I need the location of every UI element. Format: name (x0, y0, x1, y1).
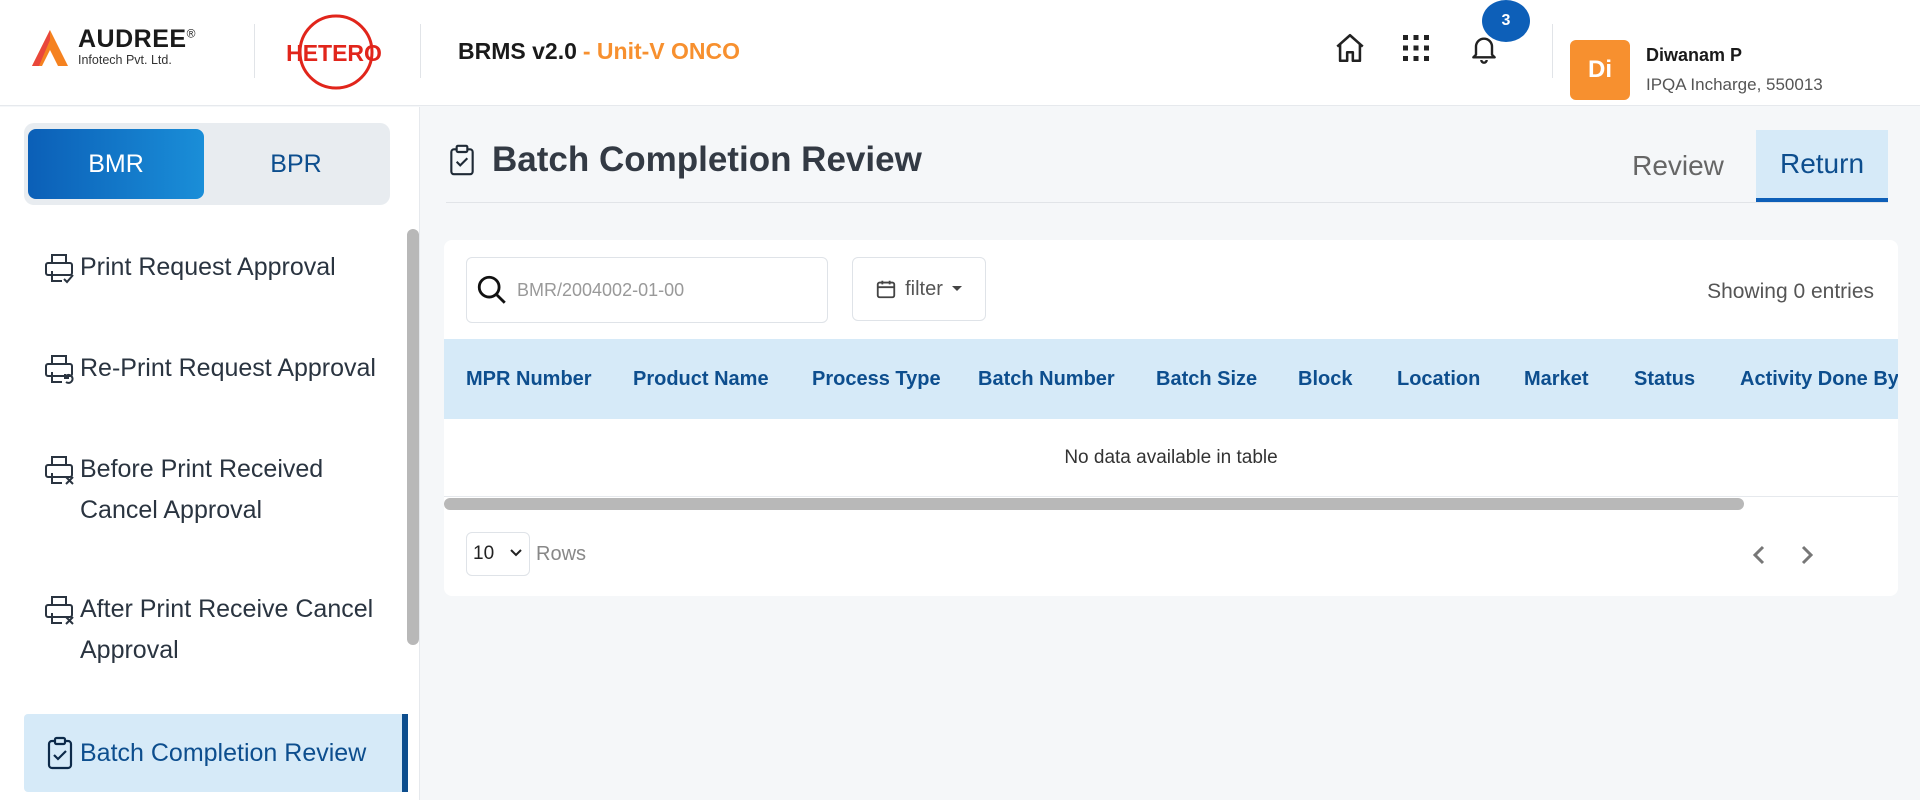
table-card: filter Showing 0 entries MPR Number Prod… (444, 240, 1898, 596)
sidebar-scrollbar[interactable] (407, 229, 419, 645)
hetero-logo: HETERO (286, 12, 382, 92)
sidebar-item-label: Print Request Approval (80, 253, 336, 281)
tab-return[interactable]: Return (1756, 130, 1888, 202)
rows-per-page-value: 10 (473, 543, 495, 564)
audree-subtitle: Infotech Pvt. Ltd. (78, 53, 172, 68)
clipboard-check-icon (47, 736, 73, 770)
header-divider (1552, 24, 1553, 78)
sidebar-item-reprint-request-approval[interactable]: Re-Print Request Approval (24, 348, 408, 389)
column-header-process-type[interactable]: Process Type (812, 339, 941, 419)
sidebar-item-label: Re-Print Request Approval (80, 354, 376, 382)
caret-down-icon (951, 286, 962, 291)
column-header-location[interactable]: Location (1397, 339, 1480, 419)
search-input[interactable] (517, 279, 817, 301)
search-icon (477, 275, 506, 304)
bpr-toggle-button[interactable]: BPR (208, 129, 384, 199)
column-header-status[interactable]: Status (1634, 339, 1695, 419)
column-header-batch-size[interactable]: Batch Size (1156, 339, 1257, 419)
printer-cancel-icon (45, 596, 74, 625)
filter-button[interactable]: filter (852, 257, 986, 321)
unit-name: - Unit-V ONCO (582, 38, 741, 64)
notification-badge: 3 (1482, 0, 1530, 42)
audree-brand-text: AUDREE (78, 25, 187, 54)
hetero-logo-text: HETERO (286, 40, 382, 66)
sidebar-item-after-print-cancel[interactable]: After Print Receive Cancel Approval (24, 589, 408, 671)
calendar-icon (876, 280, 896, 299)
page-title: Batch Completion Review (492, 140, 922, 179)
printer-cancel-icon (45, 456, 74, 485)
home-icon[interactable] (1330, 28, 1370, 68)
user-name: Diwanam P (1646, 45, 1743, 65)
title-divider (446, 202, 1888, 203)
user-role: IPQA Incharge, 550013 (1646, 75, 1823, 94)
app-name: BRMS v2.0 (458, 38, 577, 64)
sidebar-item-batch-completion-review[interactable]: Batch Completion Review (24, 714, 408, 792)
top-header: AUDREE® Infotech Pvt. Ltd. HETERO BRMS v… (0, 0, 1920, 106)
bmr-bpr-toggle: BMR BPR (24, 123, 390, 205)
apps-grid-icon[interactable] (1396, 28, 1436, 68)
audree-logo[interactable]: AUDREE® Infotech Pvt. Ltd. (30, 26, 196, 68)
registered-mark: ® (186, 26, 196, 41)
sidebar-item-before-print-cancel[interactable]: Before Print Received Cancel Approval (24, 449, 408, 531)
page-header: Batch Completion Review (446, 140, 922, 180)
column-header-market[interactable]: Market (1524, 339, 1588, 419)
previous-page-button[interactable] (1744, 540, 1774, 570)
chevron-down-icon (510, 549, 522, 557)
avatar[interactable]: Di (1570, 40, 1630, 100)
bmr-toggle-button[interactable]: BMR (28, 129, 204, 199)
column-header-product-name[interactable]: Product Name (633, 339, 769, 419)
sidebar-item-label: Batch Completion Review (80, 738, 367, 767)
rows-label: Rows (536, 543, 587, 565)
chevron-left-icon (1752, 545, 1765, 565)
sidebar-item-print-request-approval[interactable]: Print Request Approval (24, 247, 408, 288)
entries-count: Showing 0 entries (1707, 280, 1874, 303)
printer-refresh-icon (45, 355, 74, 384)
header-divider (420, 24, 421, 78)
audree-logo-mark (32, 30, 68, 66)
filter-label: filter (905, 277, 943, 300)
column-header-mpr-number[interactable]: MPR Number (466, 339, 592, 419)
column-header-block[interactable]: Block (1298, 339, 1352, 419)
printer-check-icon (45, 254, 74, 284)
search-box[interactable] (466, 257, 828, 323)
rows-per-page-select[interactable]: 10 (466, 532, 530, 576)
sidebar: BMR BPR Print Request Approval Re-Print … (0, 107, 420, 800)
table-header: MPR Number Product Name Process Type Bat… (444, 339, 1898, 419)
column-header-activity-done-by[interactable]: Activity Done By (1740, 339, 1898, 419)
sidebar-item-label: Before Print Received Cancel Approval (80, 455, 324, 524)
table-horizontal-scrollbar[interactable] (444, 498, 1744, 510)
header-divider (254, 24, 255, 78)
column-header-batch-number[interactable]: Batch Number (978, 339, 1115, 419)
tab-review[interactable]: Review (1612, 130, 1744, 202)
empty-table-message: No data available in table (444, 419, 1898, 497)
app-title: BRMS v2.0- Unit-V ONCO (458, 38, 740, 65)
next-page-button[interactable] (1792, 540, 1822, 570)
clipboard-check-icon (450, 144, 474, 176)
chevron-right-icon (1801, 545, 1814, 565)
sidebar-item-label: After Print Receive Cancel Approval (80, 595, 374, 664)
